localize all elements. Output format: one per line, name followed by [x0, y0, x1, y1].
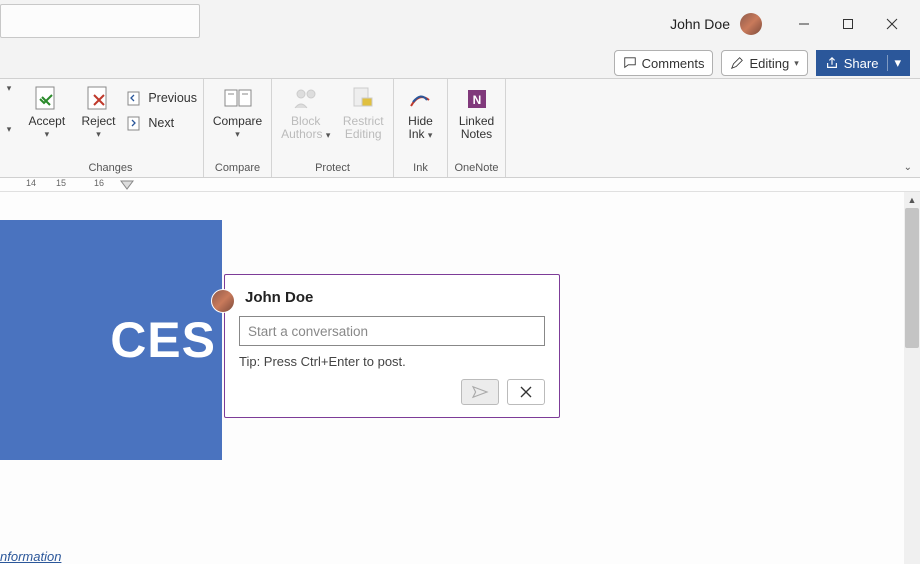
block-authors-icon	[290, 85, 322, 113]
collapse-ribbon-button[interactable]: ⌄	[904, 162, 912, 173]
previous-icon	[127, 90, 143, 106]
compare-label: Compare	[213, 115, 262, 128]
onenote-group-label: OneNote	[454, 160, 499, 177]
accept-label: Accept	[28, 115, 65, 128]
group-protect: BlockAuthors ▾ RestrictEditing Protect	[272, 79, 394, 177]
hide-ink-button[interactable]: HideInk ▾	[400, 83, 441, 141]
next-icon	[127, 115, 143, 131]
comment-input[interactable]	[239, 316, 545, 346]
ruler-tick: 15	[56, 178, 66, 192]
chevron-down-icon: ▾	[45, 129, 50, 140]
close-window-button[interactable]	[872, 8, 912, 40]
reject-icon	[83, 85, 115, 113]
comment-tip: Tip: Press Ctrl+Enter to post.	[239, 354, 545, 369]
previous-label: Previous	[148, 91, 197, 105]
dropdown-1[interactable]: ▾	[7, 83, 12, 94]
maximize-button[interactable]	[828, 8, 868, 40]
svg-text:N: N	[472, 93, 481, 107]
accept-icon	[31, 85, 63, 113]
next-change-button[interactable]: Next	[127, 112, 197, 134]
changes-group-label: Changes	[24, 160, 197, 177]
document-footer-link[interactable]: nformation	[0, 549, 61, 564]
close-icon	[520, 386, 532, 398]
chevron-down-icon: ▾	[794, 58, 799, 69]
ribbon: ▾ ▾ Accept ▾ Reject ▾ Previous	[0, 78, 920, 178]
ink-group-label: Ink	[400, 160, 441, 177]
share-icon	[825, 56, 839, 70]
pencil-icon	[730, 56, 744, 70]
comment-author-avatar	[211, 289, 235, 313]
document-heading-block: CES	[0, 220, 222, 460]
linked-notes-button[interactable]: N LinkedNotes	[454, 83, 499, 141]
protect-group-label: Protect	[278, 160, 387, 177]
dropdown-2[interactable]: ▾	[7, 124, 12, 135]
minimize-button[interactable]	[784, 8, 824, 40]
scroll-thumb[interactable]	[905, 208, 919, 348]
next-label: Next	[148, 116, 174, 130]
ruler-indent-marker[interactable]	[120, 180, 134, 190]
previous-change-button[interactable]: Previous	[127, 87, 197, 109]
document-actions: Comments Editing ▾ Share ▾	[0, 48, 920, 78]
document-heading-text: CES	[110, 311, 216, 369]
share-chevron[interactable]: ▾	[887, 55, 901, 71]
reject-button[interactable]: Reject ▾	[76, 83, 122, 140]
group-compare: Compare ▾ Compare	[204, 79, 272, 177]
new-comment-popup: John Doe Tip: Press Ctrl+Enter to post.	[224, 274, 560, 418]
chevron-down-icon: ▾	[96, 129, 101, 140]
comments-label: Comments	[642, 56, 705, 71]
reject-label: Reject	[82, 115, 116, 128]
chevron-down-icon: ▾	[235, 129, 240, 140]
cancel-comment-button[interactable]	[507, 379, 545, 405]
share-label: Share	[844, 56, 879, 71]
ribbon-leading-dropdowns: ▾ ▾	[0, 79, 18, 177]
hide-ink-icon	[405, 85, 437, 113]
compare-button[interactable]: Compare ▾	[213, 83, 263, 140]
comments-button[interactable]: Comments	[614, 50, 714, 76]
compare-icon	[222, 85, 254, 113]
group-changes: Accept ▾ Reject ▾ Previous Next Changes	[18, 79, 204, 177]
user-name: John Doe	[670, 16, 730, 32]
group-ink: HideInk ▾ Ink	[394, 79, 448, 177]
compare-group-label: Compare	[210, 160, 265, 177]
ruler-tick: 14	[26, 178, 36, 192]
share-button[interactable]: Share ▾	[816, 50, 910, 76]
user-avatar[interactable]	[740, 13, 762, 35]
restrict-editing-button: RestrictEditing	[339, 83, 387, 141]
editing-label: Editing	[749, 56, 789, 71]
post-comment-button[interactable]	[461, 379, 499, 405]
onenote-icon: N	[461, 85, 493, 113]
title-bar: John Doe	[0, 0, 920, 48]
scroll-up-button[interactable]: ▲	[904, 192, 920, 208]
accept-button[interactable]: Accept ▾	[24, 83, 70, 140]
search-box[interactable]	[0, 4, 200, 38]
block-authors-button: BlockAuthors ▾	[278, 83, 333, 141]
comment-author-name: John Doe	[245, 289, 545, 306]
vertical-scrollbar[interactable]: ▲	[904, 192, 920, 564]
comment-icon	[623, 56, 637, 70]
ruler-tick: 16	[94, 178, 104, 192]
editing-mode-button[interactable]: Editing ▾	[721, 50, 807, 76]
restrict-editing-icon	[347, 85, 379, 113]
horizontal-ruler[interactable]: 14 15 16	[0, 178, 920, 192]
group-onenote: N LinkedNotes OneNote	[448, 79, 506, 177]
send-icon	[471, 385, 489, 399]
